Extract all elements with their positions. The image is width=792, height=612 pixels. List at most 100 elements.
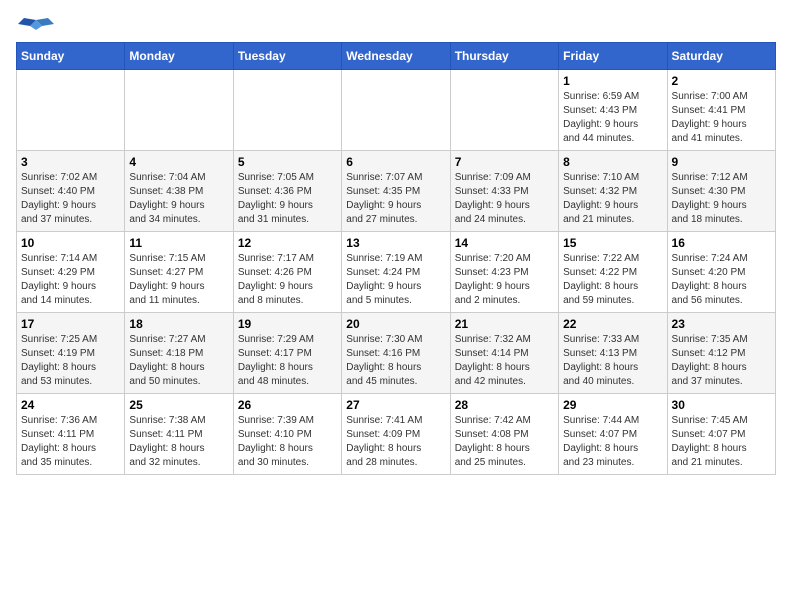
day-info: Sunrise: 7:44 AM Sunset: 4:07 PM Dayligh… [563, 414, 662, 470]
day-info: Sunrise: 7:20 AM Sunset: 4:23 PM Dayligh… [455, 252, 554, 308]
calendar-week-row: 24 Sunrise: 7:36 AM Sunset: 4:11 PM Dayli… [17, 394, 776, 475]
calendar-cell: 16 Sunrise: 7:24 AM Sunset: 4:20 PM Dayli… [667, 232, 775, 313]
calendar-cell: 2Sunrise: 7:00 AM Sunset: 4:41 PM Daylig… [667, 70, 775, 151]
calendar-cell: 23 Sunrise: 7:35 AM Sunset: 4:12 PM Dayli… [667, 313, 775, 394]
calendar-cell: 30Sunrise: 7:45 AM Sunset: 4:07 PM Dayli… [667, 394, 775, 475]
day-info: Sunrise: 7:33 AM Sunset: 4:13 PM Dayligh… [563, 333, 662, 389]
day-info: Sunrise: 7:09 AM Sunset: 4:33 PM Dayligh… [455, 171, 554, 227]
calendar-cell: 18 Sunrise: 7:27 AM Sunset: 4:18 PM Dayli… [125, 313, 233, 394]
day-info: Sunrise: 7:25 AM Sunset: 4:19 PM Dayligh… [21, 333, 120, 389]
calendar-cell: 24 Sunrise: 7:36 AM Sunset: 4:11 PM Dayli… [17, 394, 125, 475]
calendar-cell: 14 Sunrise: 7:20 AM Sunset: 4:23 PM Dayli… [450, 232, 558, 313]
day-info: Sunrise: 7:29 AM Sunset: 4:17 PM Dayligh… [238, 333, 337, 389]
day-number: 11 [129, 236, 228, 250]
calendar-table: SundayMondayTuesdayWednesdayThursdayFrid… [16, 42, 776, 475]
day-info: Sunrise: 7:32 AM Sunset: 4:14 PM Dayligh… [455, 333, 554, 389]
calendar-cell: 1 Sunrise: 6:59 AM Sunset: 4:43 PM Daylig… [559, 70, 667, 151]
calendar-cell [450, 70, 558, 151]
calendar-cell: 27Sunrise: 7:41 AM Sunset: 4:09 PM Dayli… [342, 394, 450, 475]
weekday-header: Thursday [450, 43, 558, 70]
calendar-cell: 13Sunrise: 7:19 AM Sunset: 4:24 PM Dayli… [342, 232, 450, 313]
day-number: 5 [238, 155, 337, 169]
day-info: Sunrise: 6:59 AM Sunset: 4:43 PM Dayligh… [563, 90, 662, 146]
calendar-week-row: 10 Sunrise: 7:14 AM Sunset: 4:29 PM Dayli… [17, 232, 776, 313]
calendar-cell: 26 Sunrise: 7:39 AM Sunset: 4:10 PM Dayli… [233, 394, 341, 475]
calendar-cell: 29 Sunrise: 7:44 AM Sunset: 4:07 PM Dayli… [559, 394, 667, 475]
day-number: 17 [21, 317, 120, 331]
weekday-header: Saturday [667, 43, 775, 70]
day-number: 24 [21, 398, 120, 412]
day-info: Sunrise: 7:39 AM Sunset: 4:10 PM Dayligh… [238, 414, 337, 470]
calendar-cell: 22 Sunrise: 7:33 AM Sunset: 4:13 PM Dayli… [559, 313, 667, 394]
calendar-cell [342, 70, 450, 151]
day-number: 25 [129, 398, 228, 412]
calendar-cell: 25 Sunrise: 7:38 AM Sunset: 4:11 PM Dayli… [125, 394, 233, 475]
calendar-cell [17, 70, 125, 151]
weekday-header: Friday [559, 43, 667, 70]
day-number: 15 [563, 236, 662, 250]
day-number: 19 [238, 317, 337, 331]
day-number: 30 [672, 398, 771, 412]
calendar-cell: 9Sunrise: 7:12 AM Sunset: 4:30 PM Daylig… [667, 151, 775, 232]
calendar-week-row: 1 Sunrise: 6:59 AM Sunset: 4:43 PM Daylig… [17, 70, 776, 151]
day-info: Sunrise: 7:14 AM Sunset: 4:29 PM Dayligh… [21, 252, 120, 308]
day-info: Sunrise: 7:02 AM Sunset: 4:40 PM Dayligh… [21, 171, 120, 227]
day-info: Sunrise: 7:27 AM Sunset: 4:18 PM Dayligh… [129, 333, 228, 389]
day-info: Sunrise: 7:35 AM Sunset: 4:12 PM Dayligh… [672, 333, 771, 389]
calendar-cell: 19 Sunrise: 7:29 AM Sunset: 4:17 PM Dayli… [233, 313, 341, 394]
day-number: 14 [455, 236, 554, 250]
weekday-header: Sunday [17, 43, 125, 70]
day-number: 28 [455, 398, 554, 412]
calendar-cell: 15 Sunrise: 7:22 AM Sunset: 4:22 PM Dayli… [559, 232, 667, 313]
day-info: Sunrise: 7:12 AM Sunset: 4:30 PM Dayligh… [672, 171, 771, 227]
calendar-cell: 8 Sunrise: 7:10 AM Sunset: 4:32 PM Daylig… [559, 151, 667, 232]
weekday-header: Wednesday [342, 43, 450, 70]
day-info: Sunrise: 7:24 AM Sunset: 4:20 PM Dayligh… [672, 252, 771, 308]
day-number: 4 [129, 155, 228, 169]
day-number: 6 [346, 155, 445, 169]
calendar-cell: 21 Sunrise: 7:32 AM Sunset: 4:14 PM Dayli… [450, 313, 558, 394]
day-info: Sunrise: 7:22 AM Sunset: 4:22 PM Dayligh… [563, 252, 662, 308]
day-info: Sunrise: 7:04 AM Sunset: 4:38 PM Dayligh… [129, 171, 228, 227]
day-number: 12 [238, 236, 337, 250]
day-number: 18 [129, 317, 228, 331]
day-number: 10 [21, 236, 120, 250]
day-number: 21 [455, 317, 554, 331]
day-info: Sunrise: 7:42 AM Sunset: 4:08 PM Dayligh… [455, 414, 554, 470]
calendar-cell: 7Sunrise: 7:09 AM Sunset: 4:33 PM Daylig… [450, 151, 558, 232]
calendar-cell: 3 Sunrise: 7:02 AM Sunset: 4:40 PM Daylig… [17, 151, 125, 232]
calendar-cell [125, 70, 233, 151]
calendar-cell: 11 Sunrise: 7:15 AM Sunset: 4:27 PM Dayli… [125, 232, 233, 313]
day-number: 29 [563, 398, 662, 412]
day-info: Sunrise: 7:07 AM Sunset: 4:35 PM Dayligh… [346, 171, 445, 227]
day-info: Sunrise: 7:19 AM Sunset: 4:24 PM Dayligh… [346, 252, 445, 308]
page-header [16, 16, 776, 34]
day-number: 1 [563, 74, 662, 88]
day-info: Sunrise: 7:41 AM Sunset: 4:09 PM Dayligh… [346, 414, 445, 470]
day-number: 3 [21, 155, 120, 169]
day-number: 8 [563, 155, 662, 169]
calendar-cell: 10 Sunrise: 7:14 AM Sunset: 4:29 PM Dayli… [17, 232, 125, 313]
day-number: 23 [672, 317, 771, 331]
weekday-header: Tuesday [233, 43, 341, 70]
calendar-cell: 4 Sunrise: 7:04 AM Sunset: 4:38 PM Daylig… [125, 151, 233, 232]
day-info: Sunrise: 7:30 AM Sunset: 4:16 PM Dayligh… [346, 333, 445, 389]
day-info: Sunrise: 7:36 AM Sunset: 4:11 PM Dayligh… [21, 414, 120, 470]
calendar-cell: 5 Sunrise: 7:05 AM Sunset: 4:36 PM Daylig… [233, 151, 341, 232]
day-info: Sunrise: 7:38 AM Sunset: 4:11 PM Dayligh… [129, 414, 228, 470]
day-number: 16 [672, 236, 771, 250]
logo-bird-icon [18, 16, 54, 38]
day-info: Sunrise: 7:17 AM Sunset: 4:26 PM Dayligh… [238, 252, 337, 308]
day-number: 26 [238, 398, 337, 412]
day-info: Sunrise: 7:15 AM Sunset: 4:27 PM Dayligh… [129, 252, 228, 308]
calendar-week-row: 3 Sunrise: 7:02 AM Sunset: 4:40 PM Daylig… [17, 151, 776, 232]
day-info: Sunrise: 7:05 AM Sunset: 4:36 PM Dayligh… [238, 171, 337, 227]
calendar-cell: 6 Sunrise: 7:07 AM Sunset: 4:35 PM Daylig… [342, 151, 450, 232]
calendar-cell: 17 Sunrise: 7:25 AM Sunset: 4:19 PM Dayli… [17, 313, 125, 394]
calendar-week-row: 17 Sunrise: 7:25 AM Sunset: 4:19 PM Dayli… [17, 313, 776, 394]
calendar-cell: 20Sunrise: 7:30 AM Sunset: 4:16 PM Dayli… [342, 313, 450, 394]
calendar-cell [233, 70, 341, 151]
day-number: 22 [563, 317, 662, 331]
weekday-header: Monday [125, 43, 233, 70]
day-info: Sunrise: 7:10 AM Sunset: 4:32 PM Dayligh… [563, 171, 662, 227]
